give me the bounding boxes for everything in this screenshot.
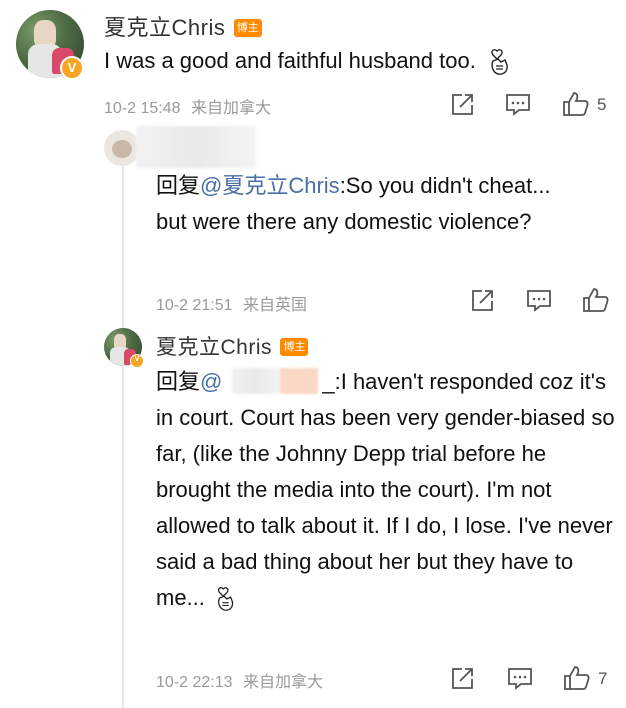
reply-location: 来自英国 (242, 297, 307, 314)
mention-link[interactable]: @ (200, 369, 222, 394)
reply-meta: 10-2 21:51 来自英国 (156, 291, 307, 315)
comment-icon[interactable] (507, 667, 533, 691)
comment-header: 夏克立Chris 博主 (104, 10, 262, 40)
comment-date: 10-2 15:48 (104, 100, 181, 117)
share-icon[interactable] (450, 667, 474, 691)
reply-prefix: 回复 (156, 173, 201, 198)
reply-text: 回复@夏克立Chris:So you didn't cheat... but w… (156, 168, 586, 240)
reply-header: 夏克立Chris 博主 (156, 331, 309, 359)
reply-date: 10-2 22:13 (156, 674, 233, 691)
blogger-badge: 博主 (233, 18, 262, 37)
reply-prefix: 回复 (156, 369, 201, 394)
thread-line (122, 164, 124, 708)
like-icon[interactable] (582, 287, 610, 313)
share-icon[interactable] (470, 289, 494, 313)
reply-text: 回复@ _:I haven't responded coz it's in cou… (156, 364, 618, 616)
like-count: 5 (597, 95, 607, 114)
comment-body: I was a good and faithful husband too. (104, 48, 476, 73)
blogger-badge: 博主 (280, 337, 309, 356)
reply-date: 10-2 21:51 (156, 297, 233, 314)
like-icon[interactable] (562, 91, 590, 117)
reply-meta: 10-2 22:13 来自加拿大 (156, 668, 323, 692)
mention-tail: _ (322, 369, 335, 394)
hand-heart-emoji (218, 587, 234, 611)
like-count: 7 (598, 669, 608, 688)
comment-meta: 10-2 15:48 来自加拿大 (104, 94, 271, 118)
reply-location: 来自加拿大 (242, 674, 323, 691)
verified-badge-icon: V (60, 56, 84, 80)
comment-icon[interactable] (526, 289, 552, 313)
reply-body: :I haven't responded coz it's in court. … (156, 369, 615, 610)
comment-icon[interactable] (505, 93, 531, 117)
comment-location: 来自加拿大 (190, 100, 271, 117)
mention-link[interactable]: @夏克立Chris (200, 173, 340, 198)
username[interactable]: 夏克立Chris (156, 336, 272, 359)
share-icon[interactable] (450, 93, 474, 117)
redacted-username (136, 126, 256, 168)
like-icon[interactable] (563, 665, 591, 691)
comment-text: I was a good and faithful husband too. (104, 43, 604, 79)
hand-heart-emoji (491, 49, 508, 76)
username[interactable]: 夏克立Chris (104, 15, 225, 40)
verified-badge-icon: V (130, 354, 144, 368)
avatar[interactable] (104, 130, 140, 166)
